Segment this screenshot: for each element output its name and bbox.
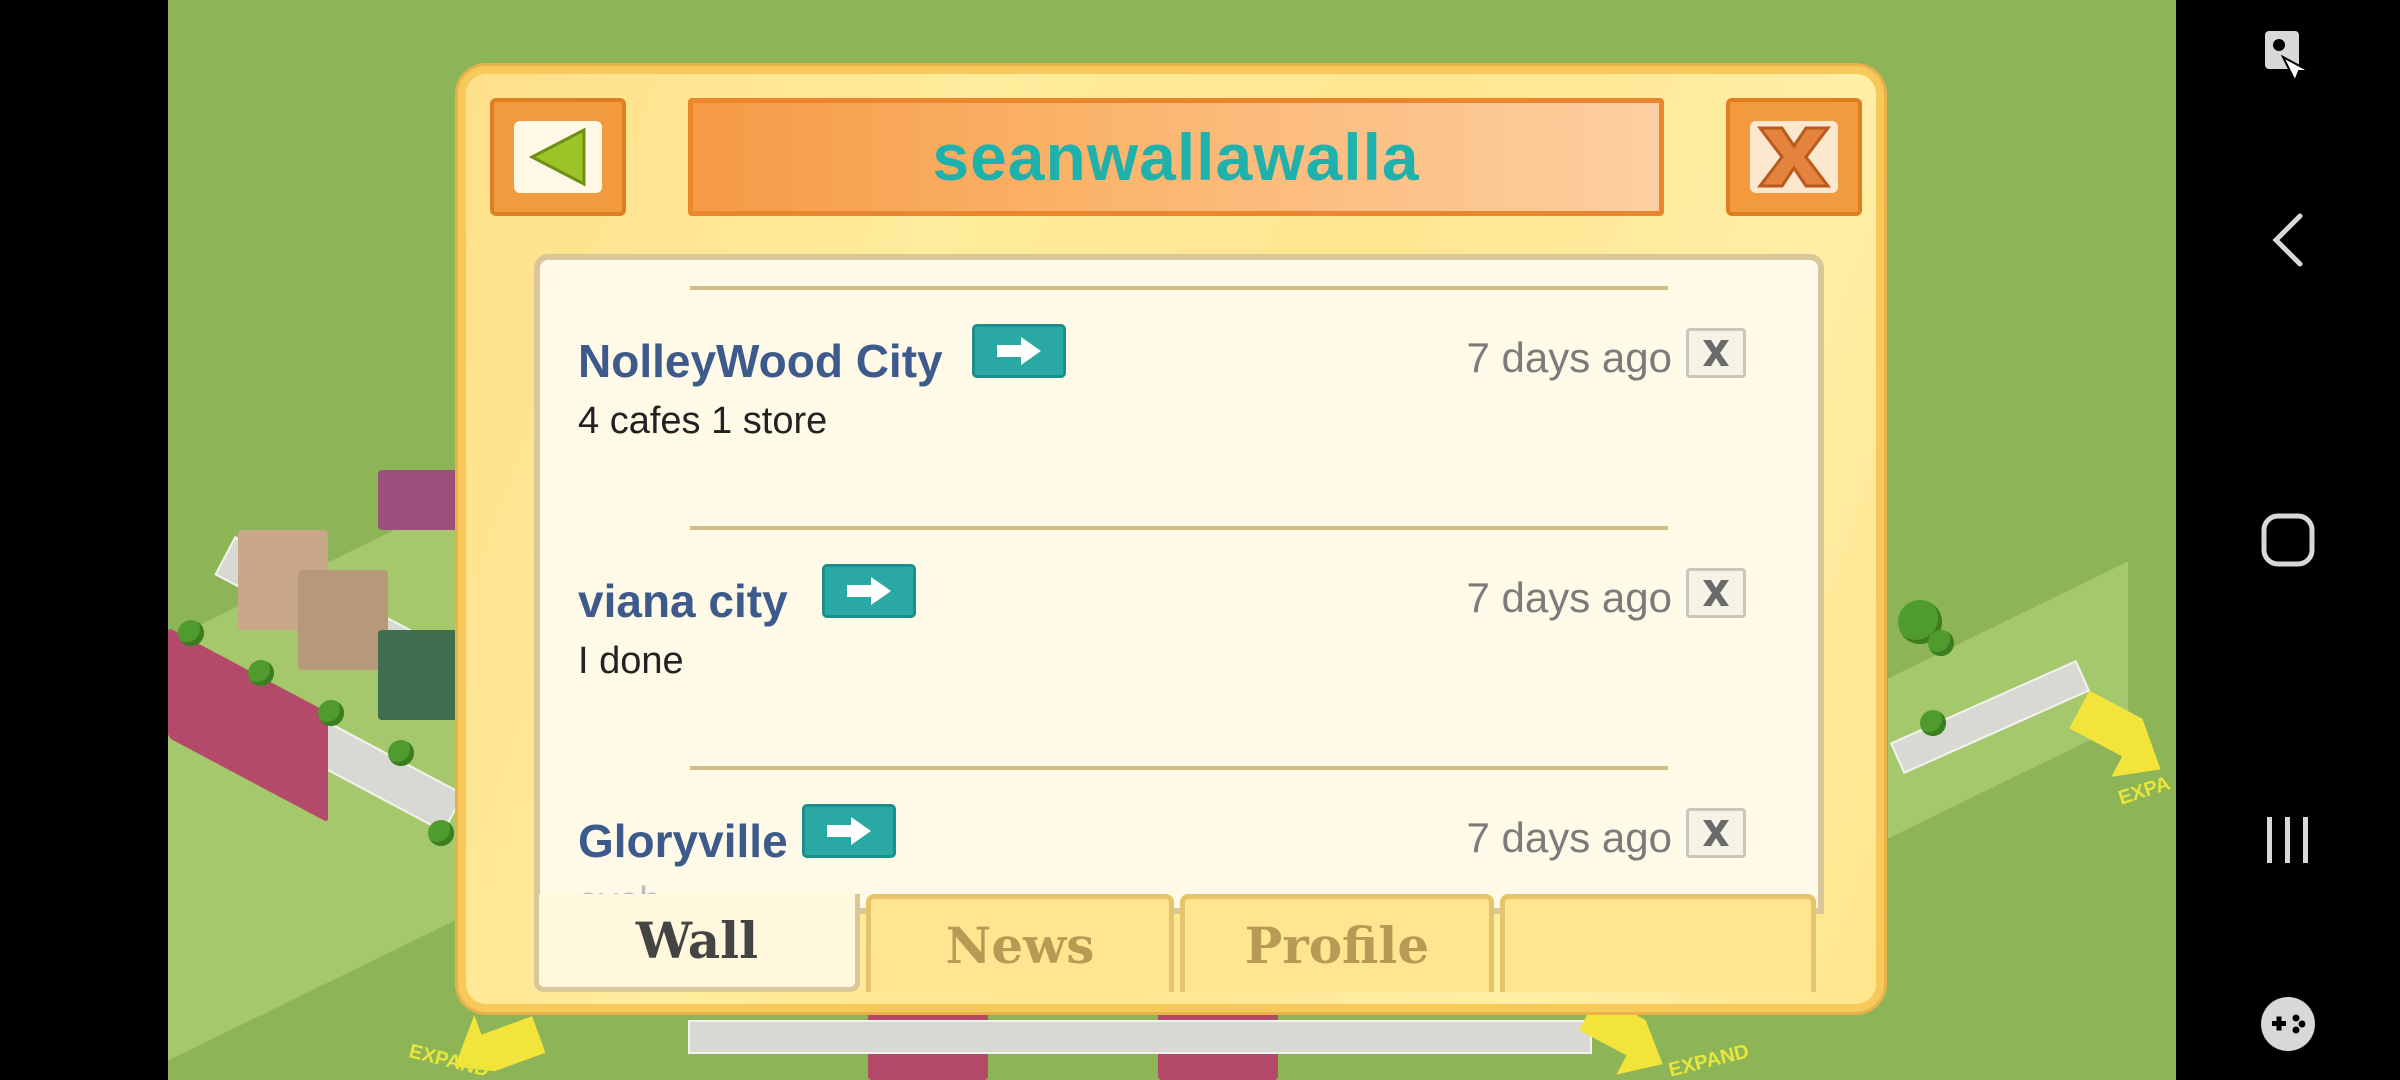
post-time: 7 days ago — [1466, 814, 1673, 861]
back-button[interactable] — [490, 98, 626, 216]
home-nav-button[interactable] — [2176, 500, 2400, 580]
tree — [1920, 710, 1946, 736]
post-city-name[interactable]: viana city — [578, 574, 788, 628]
visit-city-button[interactable] — [972, 324, 1066, 378]
back-icon — [2272, 213, 2303, 267]
recents-icon — [2267, 817, 2308, 863]
post-time: 7 days ago — [1466, 334, 1673, 381]
post-city-name[interactable]: Gloryville — [578, 814, 788, 868]
delete-post-button[interactable] — [1686, 808, 1746, 858]
divider — [690, 526, 1668, 530]
building — [378, 630, 458, 720]
close-x-icon — [1756, 126, 1832, 188]
tab-news[interactable]: News — [866, 894, 1174, 992]
tree — [248, 660, 274, 686]
title-bar: seanwallawalla — [688, 98, 1664, 216]
visit-city-button[interactable] — [802, 804, 896, 858]
road — [688, 1020, 1592, 1054]
game-launcher-button[interactable] — [2176, 984, 2400, 1064]
delete-x-icon — [1703, 580, 1729, 606]
tab-profile[interactable]: Profile — [1180, 894, 1494, 992]
expand-label-bottom: EXPAND — [1666, 1040, 1752, 1080]
tab-empty[interactable] — [1500, 894, 1816, 992]
post-message: 4 cafes 1 store — [578, 400, 828, 442]
tree — [318, 700, 344, 726]
right-arrow-icon — [847, 577, 891, 605]
screenshot-button[interactable] — [2176, 22, 2400, 92]
right-arrow-icon — [827, 817, 871, 845]
divider — [690, 766, 1668, 770]
tree — [1928, 630, 1954, 656]
home-icon — [2261, 513, 2315, 567]
screenshot-icon — [2265, 31, 2310, 84]
tree — [428, 820, 454, 846]
tree — [388, 740, 414, 766]
divider — [690, 286, 1668, 290]
wall-list[interactable]: NolleyWood City 7 days ago 4 cafes 1 sto… — [534, 254, 1824, 914]
delete-post-button[interactable] — [1686, 328, 1746, 378]
back-arrow-icon — [528, 127, 586, 187]
tree — [178, 620, 204, 646]
profile-dialog: seanwallawalla NolleyWood City 7 days ag… — [458, 66, 1884, 1012]
building — [378, 470, 458, 530]
tab-wall[interactable]: Wall — [534, 894, 860, 992]
delete-x-icon — [1703, 340, 1729, 366]
right-arrow-icon — [997, 337, 1041, 365]
post-time: 7 days ago — [1466, 574, 1673, 621]
recents-nav-button[interactable] — [2176, 800, 2400, 880]
wall-post: viana city 7 days ago I done — [578, 564, 1778, 754]
back-nav-button[interactable] — [2176, 200, 2400, 280]
visit-city-button[interactable] — [822, 564, 916, 618]
delete-x-icon — [1703, 820, 1729, 846]
building — [298, 570, 388, 670]
page-title: seanwallawalla — [932, 120, 1420, 194]
android-nav-bar — [2176, 0, 2400, 1080]
post-message: I done — [578, 640, 684, 682]
close-button[interactable] — [1726, 98, 1862, 216]
wall-post: NolleyWood City 7 days ago 4 cafes 1 sto… — [578, 324, 1778, 514]
expand-label-right: EXPA — [2115, 772, 2173, 810]
post-city-name[interactable]: NolleyWood City — [578, 334, 943, 388]
game-launcher-icon — [2261, 997, 2315, 1051]
delete-post-button[interactable] — [1686, 568, 1746, 618]
